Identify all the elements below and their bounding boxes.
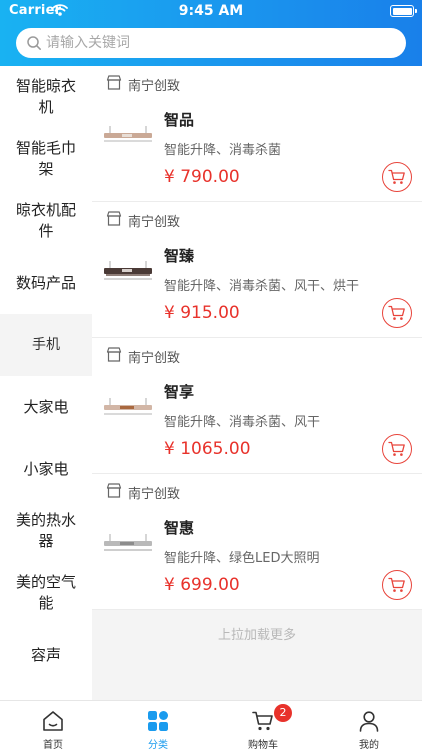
product-desc: 智能升降、消毒杀菌 <box>164 143 282 158</box>
bottom-tab-bar: 首页 分类 2 购物车 我的 <box>0 700 422 750</box>
category-item-7[interactable]: 美的热水器 <box>0 500 92 562</box>
product-thumb-clothes-rack <box>104 126 152 142</box>
product-price: ¥ 699.00 <box>164 575 240 595</box>
add-to-cart-button[interactable] <box>382 570 412 600</box>
product-thumb-clothes-rack <box>104 534 152 551</box>
category-sidebar: 智能晾衣机 智能毛巾架 晾衣机配件 数码产品 手机 大家电 小家电 美的热水器 … <box>0 66 92 700</box>
product-price: ¥ 915.00 <box>164 303 240 323</box>
search-bar[interactable] <box>16 28 406 58</box>
shop-name[interactable]: 南宁创致 <box>128 211 180 230</box>
cart-icon <box>388 305 405 320</box>
add-to-cart-button[interactable] <box>382 434 412 464</box>
product-name: 智惠 <box>164 519 195 537</box>
category-item-3[interactable]: 数码产品 <box>0 252 92 314</box>
category-item-0[interactable]: 智能晾衣机 <box>0 66 92 128</box>
header: Carrier 9:45 AM <box>0 0 422 66</box>
user-icon <box>359 711 379 732</box>
add-to-cart-button[interactable] <box>382 298 412 328</box>
battery-icon <box>390 5 417 17</box>
status-time: 9:45 AM <box>178 3 244 19</box>
cart-count-badge: 2 <box>274 704 292 722</box>
product-name: 智享 <box>164 383 195 401</box>
tab-home-label: 首页 <box>43 740 63 750</box>
tab-mine[interactable]: 我的 <box>316 701 422 750</box>
tab-mine-label: 我的 <box>359 740 379 750</box>
cart-icon <box>252 711 273 731</box>
product-desc: 智能升降、绿色LED大照明 <box>164 551 320 566</box>
tab-category[interactable]: 分类 <box>105 701 211 750</box>
tab-home[interactable]: 首页 <box>0 701 106 750</box>
product-card[interactable]: 南宁创致 智品 智能升降、消毒杀菌 ¥ 790.00 <box>92 66 422 202</box>
shop-icon <box>106 347 122 362</box>
category-item-5[interactable]: 大家电 <box>0 376 92 438</box>
product-card[interactable]: 南宁创致 智臻 智能升降、消毒杀菌、风干、烘干 ¥ 915.00 <box>92 202 422 338</box>
category-item-8[interactable]: 美的空气能 <box>0 562 92 624</box>
shop-name[interactable]: 南宁创致 <box>128 483 180 502</box>
product-price: ¥ 1065.00 <box>164 439 251 459</box>
category-item-2[interactable]: 晾衣机配件 <box>0 190 92 252</box>
cart-icon <box>388 577 405 592</box>
shop-icon <box>106 75 122 90</box>
cart-icon <box>388 169 405 184</box>
product-name: 智臻 <box>164 247 195 265</box>
category-item-1[interactable]: 智能毛巾架 <box>0 128 92 190</box>
product-list: 南宁创致 智品 智能升降、消毒杀菌 ¥ 790.00 南宁创致 智臻 智能升降、… <box>92 66 422 700</box>
search-input[interactable] <box>46 28 396 58</box>
product-desc: 智能升降、消毒杀菌、风干、烘干 <box>164 279 360 294</box>
product-desc: 智能升降、消毒杀菌、风干 <box>164 415 321 430</box>
home-icon <box>43 711 63 731</box>
product-name: 智品 <box>164 111 195 129</box>
product-card[interactable]: 南宁创致 智惠 智能升降、绿色LED大照明 ¥ 699.00 <box>92 474 422 610</box>
search-icon <box>27 36 41 50</box>
tab-cart-label: 购物车 <box>248 740 278 750</box>
tab-cart[interactable]: 2 购物车 <box>210 701 316 750</box>
status-bar: Carrier 9:45 AM <box>0 0 422 22</box>
product-card[interactable]: 南宁创致 智享 智能升降、消毒杀菌、风干 ¥ 1065.00 <box>92 338 422 474</box>
shop-icon <box>106 483 122 498</box>
category-item-10[interactable]: 武烨 <box>0 686 92 700</box>
category-item-4[interactable]: 手机 <box>0 314 92 376</box>
shop-name[interactable]: 南宁创致 <box>128 347 180 366</box>
product-thumb-clothes-rack <box>104 398 152 415</box>
category-grid-icon <box>148 711 168 731</box>
category-item-6[interactable]: 小家电 <box>0 438 92 500</box>
product-thumb-clothes-rack <box>104 261 152 280</box>
add-to-cart-button[interactable] <box>382 162 412 192</box>
load-more-hint: 上拉加载更多 <box>217 627 296 643</box>
shop-icon <box>106 211 122 226</box>
tab-category-label: 分类 <box>148 740 168 750</box>
product-price: ¥ 790.00 <box>164 167 240 187</box>
cart-icon <box>388 441 405 456</box>
shop-name[interactable]: 南宁创致 <box>128 75 180 94</box>
category-item-9[interactable]: 容声 <box>0 624 92 686</box>
